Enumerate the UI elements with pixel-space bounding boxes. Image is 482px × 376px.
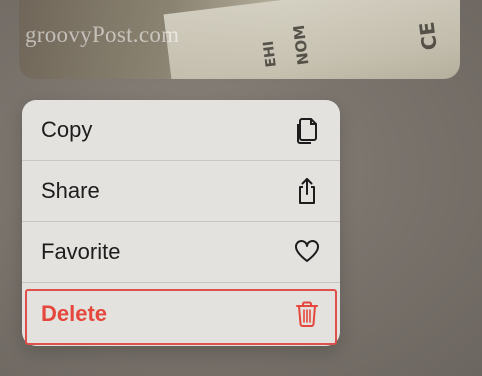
eac-mark: EHI	[260, 39, 280, 69]
menu-item-label: Delete	[41, 300, 108, 326]
photo-preview: NOM EHI CE groovyPost.com	[19, 0, 460, 79]
watermark-text: groovyPost.com	[25, 22, 180, 47]
menu-item-label: Favorite	[41, 239, 121, 264]
heart-icon	[294, 237, 320, 267]
menu-item-delete[interactable]: Delete	[22, 283, 340, 344]
menu-item-copy[interactable]: Copy	[22, 100, 340, 161]
context-menu: Copy Share Favorite Delete	[22, 100, 340, 346]
menu-item-label: Copy	[41, 117, 93, 142]
trash-icon	[294, 299, 320, 329]
ce-mark: CE	[414, 20, 442, 52]
menu-item-share[interactable]: Share	[22, 161, 340, 222]
menu-item-label: Share	[41, 178, 100, 203]
copy-icon	[294, 115, 320, 145]
share-icon	[294, 176, 320, 206]
menu-item-favorite[interactable]: Favorite	[22, 222, 340, 283]
